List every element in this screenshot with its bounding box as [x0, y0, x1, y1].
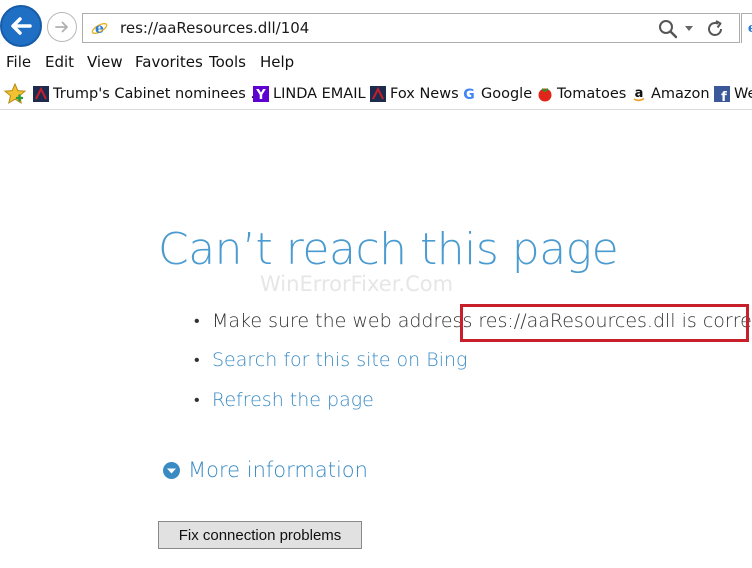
svg-text:e: e — [748, 21, 752, 36]
favorite-link-trump-cabinet[interactable]: Trump's Cabinet nominees ... — [33, 84, 264, 104]
search-icon[interactable] — [658, 19, 678, 39]
more-information-toggle[interactable]: More information — [162, 458, 368, 482]
bullet-marker: • — [194, 352, 200, 369]
favorite-label: Tomatoes — [557, 86, 627, 102]
chevron-down-circle-icon — [163, 461, 180, 479]
menu-help[interactable]: Help — [260, 53, 294, 71]
page-title: Can’t reach this page — [158, 224, 619, 275]
news-icon — [370, 86, 386, 102]
arrow-right-icon — [55, 21, 68, 33]
internet-explorer-icon: e — [91, 21, 108, 37]
favorite-link-linda-email[interactable]: Y LINDA EMAIL — [253, 84, 366, 104]
favorite-link-tomatoes[interactable]: Tomatoes — [537, 84, 626, 104]
favorite-label: Amazon — [651, 86, 710, 102]
favorites-bar: Trump's Cabinet nominees ... Y LINDA EMA… — [0, 78, 752, 110]
address-bar[interactable]: e res://aaResources.dll/104 — [82, 13, 740, 43]
favorite-link-google[interactable]: G Google — [461, 84, 532, 104]
yahoo-icon: Y — [253, 86, 269, 102]
favorite-label: Google — [481, 86, 533, 102]
back-button[interactable] — [0, 5, 42, 47]
svg-text:Y: Y — [255, 88, 266, 102]
fix-connection-problems-button[interactable]: Fix connection problems — [158, 521, 362, 549]
refresh-icon[interactable] — [705, 19, 725, 39]
bullet-marker: • — [194, 313, 200, 330]
svg-text:f: f — [721, 90, 727, 102]
menu-bar: File Edit View Favorites Tools Help — [0, 50, 752, 74]
highlight-annotation-box — [460, 304, 749, 342]
menu-file[interactable]: File — [6, 53, 31, 71]
menu-view[interactable]: View — [87, 53, 123, 71]
favorite-label: LINDA EMAIL — [273, 86, 366, 102]
favorite-link-amazon[interactable]: a Amazon — [631, 84, 710, 104]
amazon-icon: a — [633, 86, 645, 102]
search-bing-link[interactable]: Search for this site on Bing — [212, 349, 467, 371]
svg-text:G: G — [463, 87, 475, 102]
refresh-page-link[interactable]: Refresh the page — [212, 389, 374, 411]
favorites-star-icon[interactable] — [3, 82, 27, 106]
menu-favorites[interactable]: Favorites — [135, 53, 203, 71]
url-text[interactable]: res://aaResources.dll/104 — [120, 19, 309, 37]
svg-text:e: e — [95, 21, 104, 37]
favorite-label: Fox News — [390, 86, 459, 102]
news-icon — [33, 86, 49, 102]
menu-tools[interactable]: Tools — [209, 53, 246, 71]
favorite-label: Trump's Cabinet nominees ... — [53, 86, 265, 102]
arrow-left-icon — [11, 17, 32, 35]
tab-strip-edge[interactable]: e — [741, 13, 752, 43]
address-check-prefix: Make sure the web address — [212, 310, 473, 332]
favorite-link-facebook[interactable]: f We — [714, 84, 752, 104]
facebook-icon: f — [714, 86, 730, 102]
google-icon: G — [463, 87, 475, 102]
menu-edit[interactable]: Edit — [45, 53, 74, 71]
bullet-marker: • — [194, 392, 200, 409]
tomato-icon — [538, 88, 552, 102]
forward-button[interactable] — [47, 12, 77, 42]
address-row: e res://aaResources.dll/104 e — [0, 0, 752, 52]
favorite-label: We — [734, 86, 752, 102]
chevron-down-icon[interactable] — [684, 25, 694, 33]
internet-explorer-icon: e — [748, 21, 752, 36]
favorite-link-fox-news[interactable]: Fox News — [370, 84, 459, 104]
more-information-label: More information — [188, 458, 368, 482]
watermark-text: WinErrorFixer.Com — [260, 272, 454, 296]
